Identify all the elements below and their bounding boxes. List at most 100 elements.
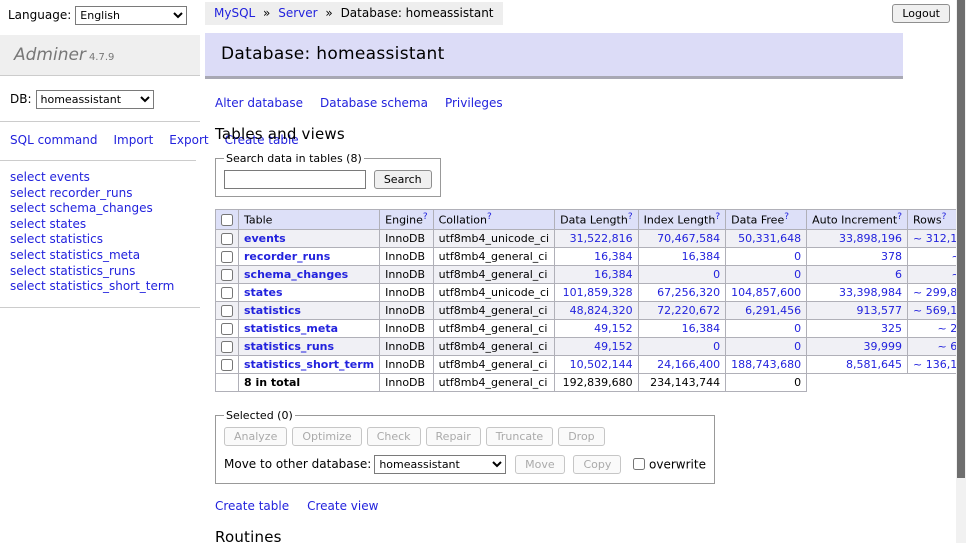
cell-engine: InnoDB	[380, 265, 433, 283]
table-row: recorder_runs InnoDB utf8mb4_general_ci …	[216, 247, 966, 265]
cell-data-free: 0	[726, 337, 807, 355]
sidebar-select-table-link[interactable]: select statistics_runs	[10, 264, 192, 280]
sidebar-select-table-link[interactable]: select events	[10, 170, 192, 186]
table-row: states InnoDB utf8mb4_unicode_ci 101,859…	[216, 283, 966, 301]
move-label: Move to other database:	[224, 457, 371, 471]
table-name-link[interactable]: statistics_short_term	[244, 358, 374, 371]
sidebar-select-table-link[interactable]: select states	[10, 217, 192, 233]
sidebar-select-table-link[interactable]: select schema_changes	[10, 201, 192, 217]
move-row: Move to other database:homeassistant Mov…	[224, 455, 706, 474]
cell-collation: utf8mb4_unicode_ci	[433, 283, 554, 301]
database-action-link[interactable]: Alter database	[215, 96, 303, 110]
sidebar-table-links: select eventsselect recorder_runsselect …	[0, 161, 200, 308]
table-name-link[interactable]: statistics_meta	[244, 322, 338, 335]
select-all-checkbox[interactable]	[221, 214, 233, 226]
column-header: Data Free?	[726, 210, 807, 230]
cell-index-length: 0	[638, 337, 726, 355]
table-total-row: 8 in total InnoDB utf8mb4_general_ci 192…	[216, 373, 966, 391]
overwrite-checkbox[interactable]	[633, 458, 645, 470]
sidebar-action-link[interactable]: Export	[169, 133, 208, 147]
tables-heading: Tables and views	[215, 125, 903, 143]
search-fieldset: Search data in tables (8) Search	[215, 152, 441, 197]
column-header-label: Table	[244, 214, 272, 227]
adminer-version: 4.7.9	[89, 52, 114, 63]
sidebar-action-link[interactable]: Import	[113, 133, 153, 147]
adminer-logo[interactable]: Adminer	[14, 45, 86, 65]
breadcrumb-separator: »	[325, 6, 332, 20]
column-header-label: Rows	[913, 214, 942, 227]
cell-data-free: 104,857,600	[726, 283, 807, 301]
database-action-link[interactable]: Privileges	[445, 96, 503, 110]
db-select[interactable]: homeassistant	[36, 90, 154, 109]
table-row: statistics_runs InnoDB utf8mb4_general_c…	[216, 337, 966, 355]
cell-auto-increment: 325	[807, 319, 908, 337]
table-name-link[interactable]: recorder_runs	[244, 250, 330, 263]
table-row: statistics InnoDB utf8mb4_general_ci 48,…	[216, 301, 966, 319]
language-select[interactable]: English	[75, 6, 187, 25]
column-header-label: Data Length	[560, 214, 628, 227]
cell-collation: utf8mb4_general_ci	[433, 337, 554, 355]
row-checkbox[interactable]	[221, 305, 233, 317]
cell-index-length: 70,467,584	[638, 229, 726, 247]
column-help-link[interactable]: ?	[423, 212, 428, 222]
column-help-link[interactable]: ?	[715, 212, 720, 222]
search-input[interactable]	[224, 170, 366, 189]
sidebar-action-link[interactable]: SQL command	[10, 133, 97, 147]
cell-data-free: 0	[726, 265, 807, 283]
row-checkbox[interactable]	[221, 269, 233, 281]
breadcrumb-mysql-link[interactable]: MySQL	[214, 6, 255, 20]
table-name-link[interactable]: schema_changes	[244, 268, 348, 281]
sidebar-select-table-link[interactable]: select statistics_meta	[10, 248, 192, 264]
vertical-scrollbar[interactable]	[956, 0, 966, 543]
copy-button: Copy	[573, 455, 621, 474]
database-links: Alter database Database schema Privileges	[215, 96, 903, 110]
sidebar-select-table-link[interactable]: select recorder_runs	[10, 186, 192, 202]
breadcrumb-current: Database: homeassistant	[341, 6, 494, 20]
cell-engine: InnoDB	[380, 301, 433, 319]
column-help-link[interactable]: ?	[897, 212, 902, 222]
search-button[interactable]: Search	[374, 170, 432, 189]
total-data-free: 0	[726, 373, 807, 391]
create-link[interactable]: Create table	[215, 499, 289, 513]
cell-index-length: 72,220,672	[638, 301, 726, 319]
cell-collation: utf8mb4_general_ci	[433, 301, 554, 319]
brand-bar: Adminer4.7.9	[0, 35, 200, 76]
move-button: Move	[515, 455, 565, 474]
table-body: events InnoDB utf8mb4_unicode_ci 31,522,…	[216, 229, 966, 373]
row-checkbox[interactable]	[221, 341, 233, 353]
scrollbar-thumb[interactable]	[957, 0, 965, 478]
row-checkbox[interactable]	[221, 233, 233, 245]
row-checkbox[interactable]	[221, 323, 233, 335]
table-name-link[interactable]: statistics_runs	[244, 340, 334, 353]
overwrite-label[interactable]: overwrite	[649, 457, 706, 471]
column-header: Engine?	[380, 210, 433, 230]
cell-data-length: 31,522,816	[555, 229, 638, 247]
row-checkbox[interactable]	[221, 359, 233, 371]
cell-data-free: 6,291,456	[726, 301, 807, 319]
table-name-link[interactable]: events	[244, 232, 286, 245]
column-help-link[interactable]: ?	[628, 212, 633, 222]
total-engine: InnoDB	[380, 373, 433, 391]
create-links: Create table Create view	[215, 499, 903, 513]
sidebar-action-links: SQL commandImportExportCreate table	[0, 122, 196, 161]
table-row: events InnoDB utf8mb4_unicode_ci 31,522,…	[216, 229, 966, 247]
row-checkbox[interactable]	[221, 251, 233, 263]
table-name-link[interactable]: states	[244, 286, 283, 299]
column-help-link[interactable]: ?	[942, 212, 947, 222]
sidebar-select-table-link[interactable]: select statistics	[10, 232, 192, 248]
page-title: Database: homeassistant	[205, 33, 903, 79]
column-help-link[interactable]: ?	[487, 212, 492, 222]
move-database-select[interactable]: homeassistant	[374, 455, 506, 474]
cell-engine: InnoDB	[380, 229, 433, 247]
row-checkbox[interactable]	[221, 287, 233, 299]
total-collation: utf8mb4_general_ci	[433, 373, 554, 391]
database-action-link[interactable]: Database schema	[320, 96, 428, 110]
cell-engine: InnoDB	[380, 337, 433, 355]
table-name-link[interactable]: statistics	[244, 304, 301, 317]
cell-collation: utf8mb4_general_ci	[433, 355, 554, 373]
breadcrumb-server-link[interactable]: Server	[278, 6, 317, 20]
create-link[interactable]: Create view	[307, 499, 378, 513]
column-help-link[interactable]: ?	[784, 212, 789, 222]
cell-auto-increment: 8,581,645	[807, 355, 908, 373]
sidebar-select-table-link[interactable]: select statistics_short_term	[10, 279, 192, 295]
